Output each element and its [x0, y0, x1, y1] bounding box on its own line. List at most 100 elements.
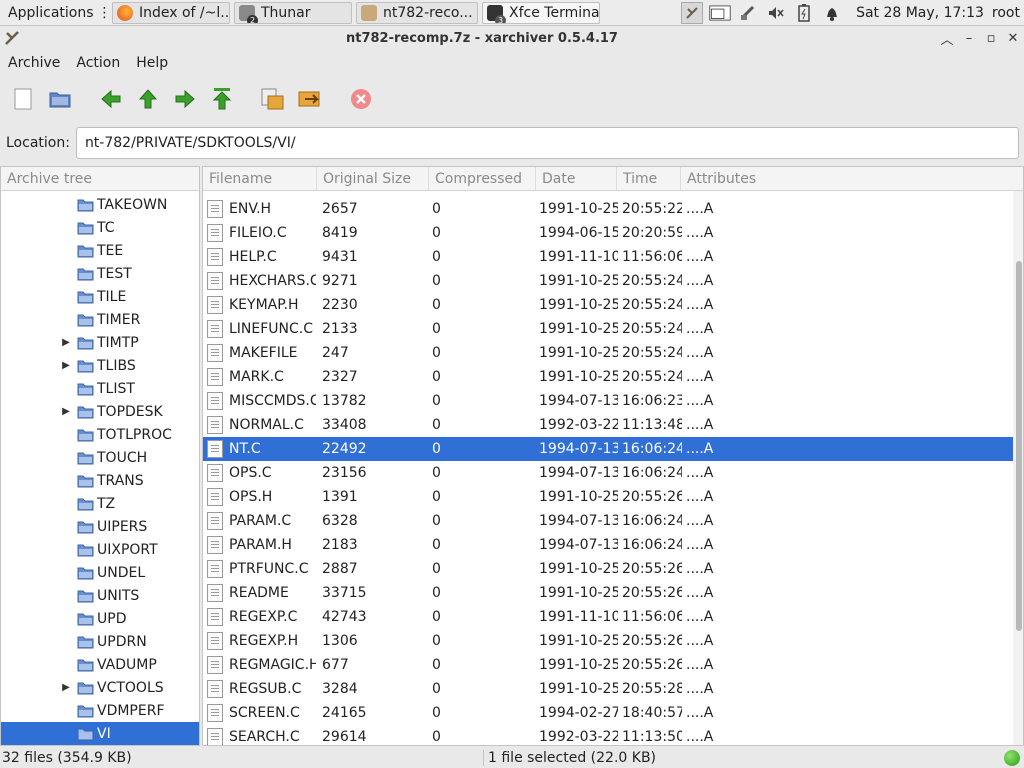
tree-item[interactable]: TEST [1, 262, 199, 285]
file-row[interactable]: MAKEFILE 247 0 1991-10-25 20:55:24 ....A [203, 341, 1013, 365]
tree-item[interactable]: VDMPERF [1, 699, 199, 722]
menu-help[interactable]: Help [128, 55, 176, 71]
window-titlebar[interactable]: nt782-recomp.7z - xarchiver 0.5.4.17 ︿ –… [0, 26, 1024, 50]
user-menu[interactable]: root [992, 5, 1020, 21]
applications-menu-button[interactable]: Applications ⋮ [0, 1, 110, 25]
tree-item[interactable]: UNITS [1, 584, 199, 607]
file-row[interactable]: HEXCHARS.C 9271 0 1991-10-25 20:55:24 ....A [203, 269, 1013, 293]
file-row[interactable]: KEYMAP.H 2230 0 1991-10-25 20:55:24 ....A [203, 293, 1013, 317]
tree-item[interactable]: TILE [1, 285, 199, 308]
text-file-icon [207, 224, 223, 242]
xarchiver-tray-icon[interactable] [681, 1, 704, 24]
file-row[interactable]: NORMAL.C 33408 0 1992-03-22 11:13:48 ....A [203, 413, 1013, 437]
home-button[interactable] [207, 84, 237, 114]
tree-item[interactable]: VI [1, 722, 199, 745]
file-row[interactable]: HELP.C 9431 0 1991-11-10 11:56:06 ....A [203, 245, 1013, 269]
tree-item[interactable]: TLIST [1, 377, 199, 400]
battery-icon[interactable] [793, 2, 815, 24]
file-attr-cell: ....A [686, 489, 714, 505]
tree-item[interactable]: TAKEOWN [1, 193, 199, 216]
menu-archive[interactable]: Archive [0, 55, 68, 71]
file-row[interactable]: NT.C 22492 0 1994-07-13 16:06:24 ....A [203, 437, 1013, 461]
file-row[interactable]: MARK.C 2327 0 1991-10-25 20:55:24 ....A [203, 365, 1013, 389]
file-row[interactable]: OPS.H 1391 0 1991-10-25 20:55:26 ....A [203, 485, 1013, 509]
location-input[interactable] [75, 127, 1019, 159]
expand-arrow-icon[interactable]: ▶ [59, 337, 73, 348]
taskbar-item-terminal[interactable]: 3 Xfce Terminal [482, 1, 600, 24]
column-date[interactable]: Date [536, 167, 617, 190]
file-time-cell: 11:13:50 [622, 729, 682, 745]
tree-item[interactable]: UPDRN [1, 630, 199, 653]
file-list-body[interactable]: ENV.H 2657 0 1991-10-25 20:55:22 ....A FILEIO.… [203, 191, 1023, 745]
taskbar-item-browser[interactable]: Index of /~l... [112, 1, 230, 24]
file-row[interactable]: OPS.C 23156 0 1994-07-13 16:06:24 ....A [203, 461, 1013, 485]
up-button[interactable] [133, 84, 163, 114]
open-archive-button[interactable] [45, 84, 75, 114]
file-row[interactable]: FILEIO.C 8419 0 1994-06-15 20:20:59 ....A [203, 221, 1013, 245]
file-time-cell: 20:55:26 [622, 585, 682, 601]
maximize-button[interactable]: ▫ [980, 31, 1002, 46]
tree-item[interactable]: TOUCH [1, 446, 199, 469]
tree-item[interactable]: ▶ TOPDESK [1, 400, 199, 423]
file-row[interactable]: REGEXP.H 1306 0 1991-10-25 20:55:26 ....A [203, 629, 1013, 653]
tree-item[interactable]: TZ [1, 492, 199, 515]
extract-button[interactable] [258, 84, 288, 114]
file-row[interactable]: ENV.H 2657 0 1991-10-25 20:55:22 ....A [203, 197, 1013, 221]
archive-tree-header[interactable]: Archive tree [1, 167, 199, 191]
clock[interactable]: Sat 28 May, 17:13 [856, 5, 984, 21]
tree-item[interactable]: UIXPORT [1, 538, 199, 561]
file-row[interactable]: SCREEN.C 24165 0 1994-02-27 18:40:57 ....A [203, 701, 1013, 725]
expand-arrow-icon[interactable]: ▶ [59, 406, 73, 417]
archive-tree-list[interactable]: TAKEOWN TC TEE TEST TILE TIMER ▶ TIMTP ▶ TLIBS TLI… [1, 191, 199, 745]
file-comp-cell: 0 [432, 465, 441, 481]
tree-item[interactable]: UIPERS [1, 515, 199, 538]
file-row[interactable]: PARAM.H 2183 0 1994-07-13 16:06:24 ....A [203, 533, 1013, 557]
file-list-scrollbar[interactable] [1013, 191, 1023, 745]
file-row[interactable]: MISCCMDS.C 13782 0 1994-07-13 16:06:23 ....A [203, 389, 1013, 413]
add-button[interactable] [295, 84, 325, 114]
file-row[interactable]: LINEFUNC.C 2133 0 1991-10-25 20:55:24 ....A [203, 317, 1013, 341]
network-icon[interactable] [737, 2, 759, 24]
workspace-switcher-icon[interactable] [709, 2, 731, 24]
tree-item[interactable]: TRANS [1, 469, 199, 492]
tree-item[interactable]: TOTLPROC [1, 423, 199, 446]
tree-item[interactable]: ▶ VCTOOLS [1, 676, 199, 699]
scrollbar-thumb[interactable] [1016, 261, 1022, 631]
close-button[interactable]: ✕ [1002, 31, 1024, 46]
column-time[interactable]: Time [617, 167, 681, 190]
shade-button[interactable]: ︿ [936, 29, 958, 48]
column-filename[interactable]: Filename [203, 167, 317, 190]
tree-item[interactable]: TC [1, 216, 199, 239]
column-attributes[interactable]: Attributes [681, 167, 1011, 190]
minimize-button[interactable]: – [958, 31, 980, 46]
tree-item[interactable]: ▶ TLIBS [1, 354, 199, 377]
file-row[interactable]: REGEXP.C 42743 0 1991-11-10 11:56:06 ....A [203, 605, 1013, 629]
tree-item[interactable]: VADUMP [1, 653, 199, 676]
file-date-cell: 1991-10-25 [539, 657, 618, 673]
file-row[interactable]: PTRFUNC.C 2887 0 1991-10-25 20:55:26 ....A [203, 557, 1013, 581]
column-original-size[interactable]: Original Size [317, 167, 429, 190]
file-row[interactable]: PARAM.C 6328 0 1994-07-13 16:06:24 ....A [203, 509, 1013, 533]
volume-icon[interactable] [765, 2, 787, 24]
expand-arrow-icon[interactable]: ▶ [59, 682, 73, 693]
column-compressed[interactable]: Compressed [429, 167, 536, 190]
taskbar-item-thunar[interactable]: 2 Thunar [234, 1, 352, 24]
new-archive-button[interactable] [8, 84, 38, 114]
expand-arrow-icon[interactable]: ▶ [59, 360, 73, 371]
file-row[interactable]: SEARCH.C 29614 0 1992-03-22 11:13:50 ....A [203, 725, 1013, 745]
forward-button[interactable] [170, 84, 200, 114]
notification-bell-icon[interactable] [821, 2, 843, 24]
tree-item[interactable]: TIMER [1, 308, 199, 331]
menu-action[interactable]: Action [68, 55, 128, 71]
stop-button[interactable] [346, 84, 376, 114]
file-row[interactable]: README 33715 0 1991-10-25 20:55:26 ....A [203, 581, 1013, 605]
xarchiver-window-icon[interactable] [2, 28, 22, 48]
back-button[interactable] [96, 84, 126, 114]
file-row[interactable]: REGSUB.C 3284 0 1991-10-25 20:55:28 ....A [203, 677, 1013, 701]
file-row[interactable]: REGMAGIC.H 677 0 1991-10-25 20:55:26 ....A [203, 653, 1013, 677]
tree-item[interactable]: TEE [1, 239, 199, 262]
taskbar-item-xarchiver[interactable]: nt782-reco... [356, 1, 478, 24]
tree-item[interactable]: ▶ TIMTP [1, 331, 199, 354]
tree-item[interactable]: UPD [1, 607, 199, 630]
tree-item[interactable]: UNDEL [1, 561, 199, 584]
